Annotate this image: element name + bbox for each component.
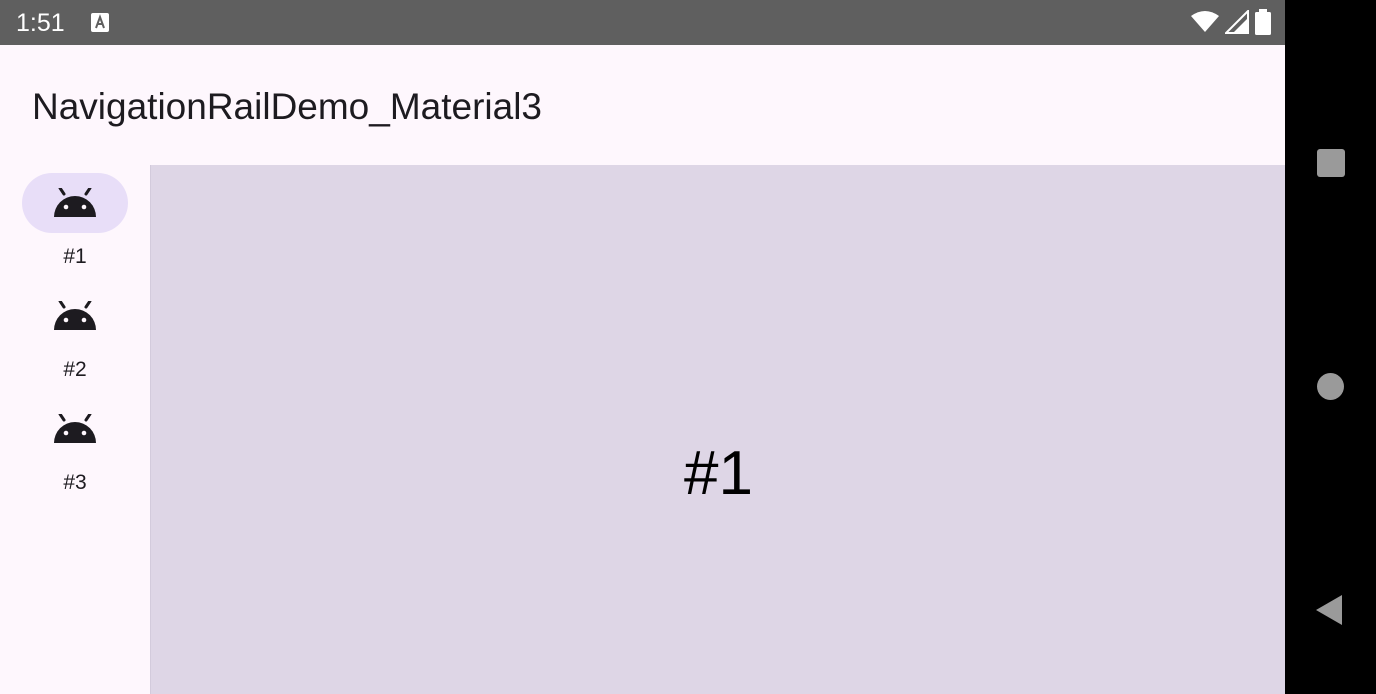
content-text: #1 <box>684 439 753 508</box>
android-icon <box>54 188 96 217</box>
rail-item-label: #3 <box>63 471 87 494</box>
back-triangle-icon <box>1316 595 1342 625</box>
recents-button[interactable] <box>1285 133 1376 193</box>
rail-item-2[interactable]: #2 <box>0 278 150 381</box>
cellular-signal-icon <box>1225 10 1249 34</box>
status-icons <box>1191 9 1271 35</box>
status-time: 1:51 <box>16 9 65 37</box>
android-icon <box>54 414 96 443</box>
rail-item-1[interactable]: #1 <box>0 165 150 268</box>
back-button[interactable] <box>1285 580 1376 640</box>
status-bar: 1:51 <box>0 0 1285 45</box>
navigation-rail: #1 #2 #3 <box>0 165 150 694</box>
recents-square-icon <box>1317 149 1345 177</box>
accessibility-a-icon <box>91 13 109 32</box>
system-navigation-bar <box>1285 0 1376 694</box>
home-circle-icon <box>1317 373 1344 400</box>
android-icon <box>54 301 96 330</box>
rail-item-label: #2 <box>63 358 87 381</box>
content-area: #1 <box>150 165 1285 694</box>
app-screen: 1:51 NavigationRailDemo_Material3 #1 #2 … <box>0 0 1285 694</box>
home-button[interactable] <box>1285 357 1376 417</box>
wifi-icon <box>1191 11 1219 32</box>
rail-item-3[interactable]: #3 <box>0 391 150 494</box>
battery-icon <box>1255 9 1271 35</box>
app-title: NavigationRailDemo_Material3 <box>32 86 543 127</box>
rail-item-label: #1 <box>63 245 87 268</box>
